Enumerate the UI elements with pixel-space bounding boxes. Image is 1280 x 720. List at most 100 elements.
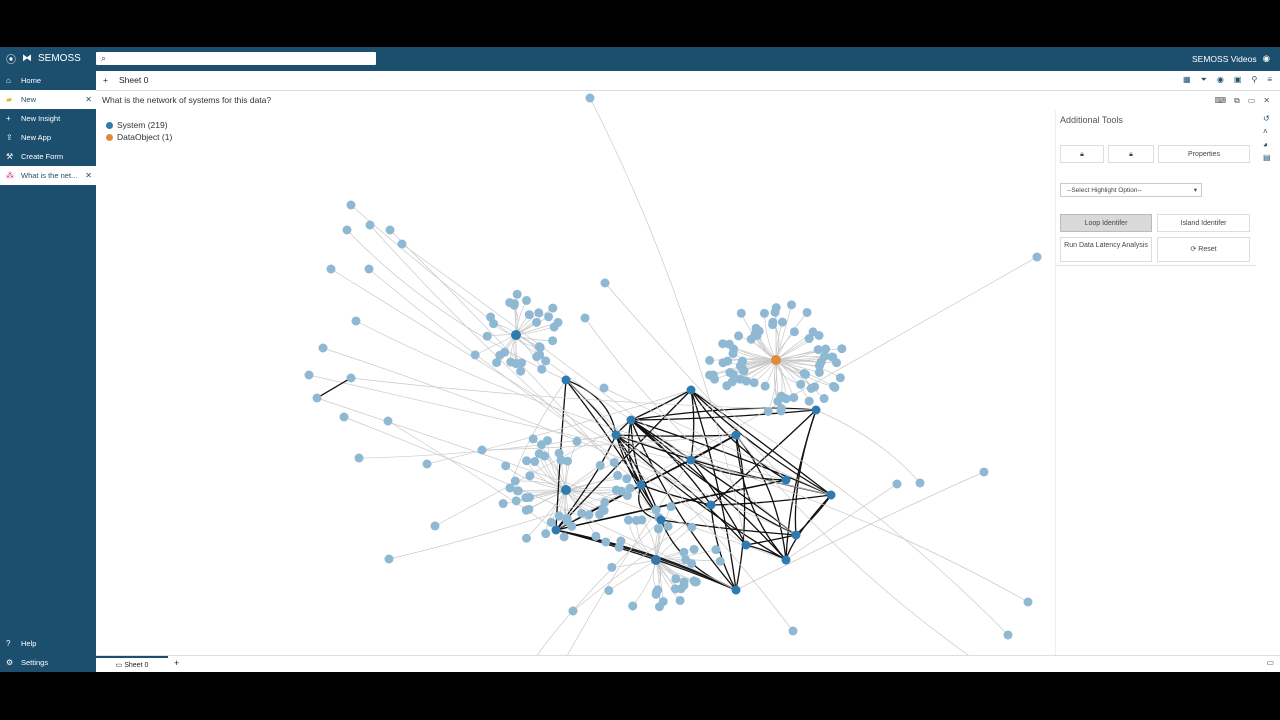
- graph-node[interactable]: [759, 308, 769, 318]
- graph-node[interactable]: [580, 313, 590, 323]
- menu-icon[interactable]: ≡: [1267, 75, 1272, 85]
- graph-node[interactable]: [804, 396, 814, 406]
- undo-icon[interactable]: ↺: [1263, 114, 1271, 123]
- graph-node[interactable]: [599, 383, 609, 393]
- filter-icon[interactable]: ⏷: [1201, 75, 1207, 85]
- graph-node[interactable]: [430, 521, 440, 531]
- graph-node[interactable]: [728, 349, 738, 359]
- graph-node[interactable]: [532, 352, 542, 362]
- graph-node[interactable]: [670, 584, 680, 594]
- graph-node[interactable]: [741, 540, 751, 550]
- graph-node[interactable]: [789, 327, 799, 337]
- properties-button[interactable]: Properties: [1158, 145, 1250, 163]
- graph-node[interactable]: [636, 480, 646, 490]
- graph-node[interactable]: [754, 326, 764, 336]
- graph-node[interactable]: [312, 393, 322, 403]
- graph-node[interactable]: [828, 352, 838, 362]
- graph-node[interactable]: [706, 500, 716, 510]
- share-icon[interactable]: ⚲: [1251, 75, 1257, 85]
- add-sheet-button[interactable]: +: [103, 75, 108, 85]
- graph-node[interactable]: [568, 606, 578, 616]
- graph-node[interactable]: [777, 317, 787, 327]
- graph-node[interactable]: [600, 278, 610, 288]
- graph-node[interactable]: [492, 358, 502, 368]
- user-link[interactable]: SEMOSS Videos: [1192, 54, 1257, 64]
- grid-icon[interactable]: ▦: [1183, 75, 1191, 85]
- graph-node[interactable]: [811, 405, 821, 415]
- graph-node[interactable]: [546, 517, 556, 527]
- graph-node[interactable]: [585, 93, 595, 103]
- graph-node[interactable]: [781, 555, 791, 565]
- graph-node[interactable]: [675, 595, 685, 605]
- menu-icon[interactable]: ⦿: [6, 51, 16, 66]
- graph-node[interactable]: [383, 416, 393, 426]
- graph-node[interactable]: [786, 300, 796, 310]
- graph-node[interactable]: [666, 502, 676, 512]
- graph-node[interactable]: [521, 295, 531, 305]
- graph-node[interactable]: [736, 308, 746, 318]
- graph-node[interactable]: [346, 373, 356, 383]
- tab-sheet-0[interactable]: ▭ Sheet 0: [96, 656, 168, 672]
- graph-node[interactable]: [796, 379, 806, 389]
- graph-node[interactable]: [537, 364, 547, 374]
- close-icon[interactable]: ✕: [1263, 96, 1270, 106]
- graph-node[interactable]: [711, 545, 721, 555]
- graph-node[interactable]: [600, 497, 610, 507]
- graph-node[interactable]: [776, 406, 786, 416]
- graph-node[interactable]: [622, 474, 632, 484]
- graph-node[interactable]: [517, 358, 527, 368]
- graph-node[interactable]: [1003, 630, 1013, 640]
- graph-node[interactable]: [354, 453, 364, 463]
- graph-node[interactable]: [542, 436, 552, 446]
- graph-node[interactable]: [776, 391, 786, 401]
- graph-node[interactable]: [567, 521, 577, 531]
- graph-node[interactable]: [679, 547, 689, 557]
- graph-node[interactable]: [710, 374, 720, 384]
- close-icon[interactable]: ✕: [85, 166, 92, 185]
- graph-node[interactable]: [549, 322, 559, 332]
- graph-node[interactable]: [498, 499, 508, 509]
- graph-node[interactable]: [781, 475, 791, 485]
- graph-node[interactable]: [548, 336, 558, 346]
- graph-node[interactable]: [614, 542, 624, 552]
- graph-node[interactable]: [604, 586, 614, 596]
- search-input[interactable]: ⌕: [96, 52, 376, 65]
- graph-node[interactable]: [737, 357, 747, 367]
- graph-node[interactable]: [771, 355, 781, 365]
- graph-node[interactable]: [304, 370, 314, 380]
- graph-node[interactable]: [342, 225, 352, 235]
- graph-node[interactable]: [501, 461, 511, 471]
- sidebar-item-help[interactable]: ? Help: [0, 634, 96, 653]
- graph-node[interactable]: [819, 394, 829, 404]
- graph-node[interactable]: [346, 200, 356, 210]
- run-latency-button[interactable]: Run Data Latency Analysis: [1060, 237, 1152, 262]
- brand[interactable]: ⦿ ⧓ SEMOSS: [6, 51, 81, 66]
- graph-node[interactable]: [554, 448, 564, 458]
- graph-node[interactable]: [746, 334, 756, 344]
- graph-node[interactable]: [681, 555, 691, 565]
- graph-node[interactable]: [524, 310, 534, 320]
- graph-node[interactable]: [548, 303, 558, 313]
- graph-node[interactable]: [1032, 252, 1042, 262]
- graph-node[interactable]: [601, 537, 611, 547]
- graph-node[interactable]: [530, 457, 540, 467]
- unlock-button[interactable]: 🔒︎: [1108, 145, 1154, 163]
- highlight-option-select[interactable]: --Select Highlight Option-- ▾: [1060, 183, 1202, 197]
- graph-node[interactable]: [541, 529, 551, 539]
- graph-node[interactable]: [534, 308, 544, 318]
- user-menu[interactable]: SEMOSS Videos ◉: [1192, 53, 1270, 64]
- graph-node[interactable]: [658, 597, 668, 607]
- graph-node[interactable]: [351, 316, 361, 326]
- graph-node[interactable]: [512, 289, 522, 299]
- graph-node[interactable]: [814, 367, 824, 377]
- island-identifier-button[interactable]: Island Identifer: [1157, 214, 1250, 232]
- graph-node[interactable]: [522, 456, 532, 466]
- keyboard-icon[interactable]: ⌨: [1214, 96, 1226, 106]
- graph-node[interactable]: [837, 344, 847, 354]
- graph-node[interactable]: [506, 357, 516, 367]
- graph-node[interactable]: [1023, 597, 1033, 607]
- graph-node[interactable]: [804, 334, 814, 344]
- graph-node[interactable]: [731, 585, 741, 595]
- graph-node[interactable]: [651, 505, 661, 515]
- graph-node[interactable]: [624, 515, 634, 525]
